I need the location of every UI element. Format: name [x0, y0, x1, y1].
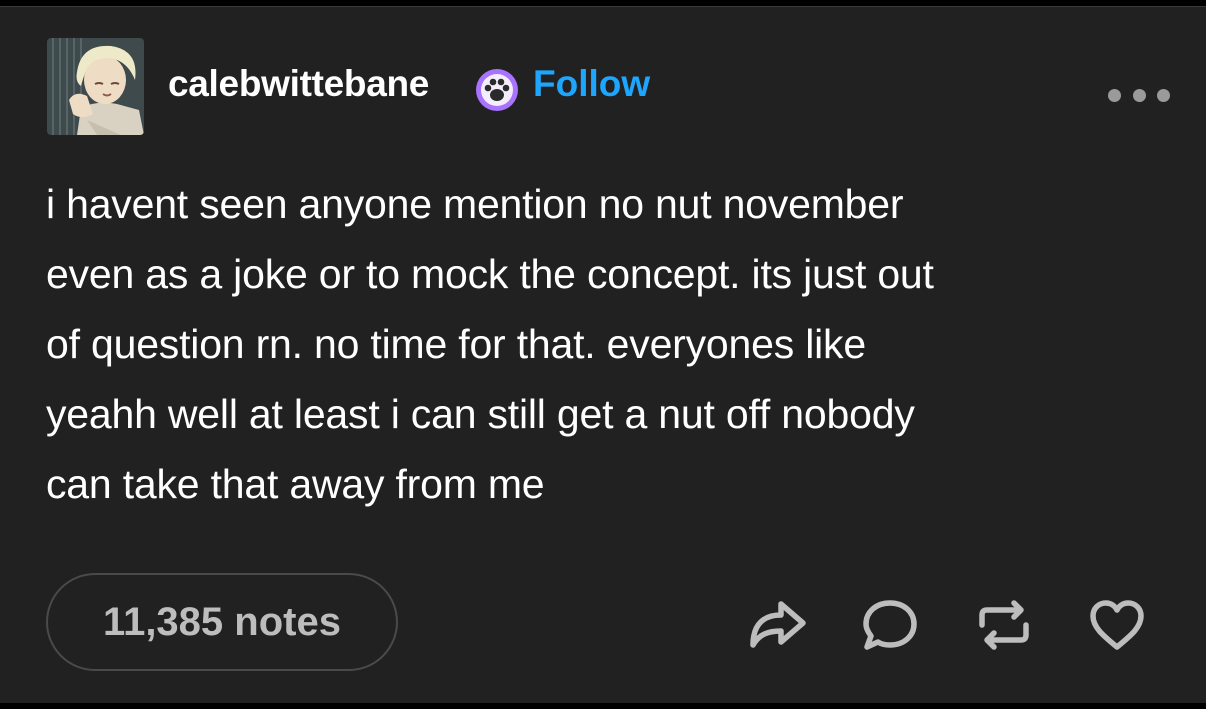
more-options-button[interactable] [1108, 81, 1170, 109]
reply-icon [863, 600, 917, 650]
ellipsis-icon [1157, 88, 1170, 102]
ellipsis-icon [1132, 88, 1146, 102]
reblog-icon [979, 600, 1029, 650]
post-body: i havent seen anyone mention no nut nove… [46, 169, 1156, 519]
post-text-line: can take that away from me [46, 461, 545, 507]
post-text-line: of question rn. no time for that. everyo… [46, 321, 866, 367]
notes-count-button[interactable]: 11,385 notes [46, 573, 398, 671]
reply-button[interactable] [860, 595, 920, 655]
follow-button[interactable]: Follow [533, 63, 650, 105]
share-button[interactable] [747, 595, 807, 655]
share-icon [750, 601, 806, 648]
post-text-line: even as a joke or to mock the concept. i… [46, 251, 934, 297]
paw-badge-icon [474, 67, 520, 113]
ellipsis-icon [1108, 88, 1121, 102]
reblog-button[interactable] [974, 595, 1034, 655]
post-card: calebwittebane Follow i havent seen anyo… [0, 6, 1206, 703]
post-text-line: i havent seen anyone mention no nut nove… [46, 181, 904, 227]
like-button[interactable] [1087, 595, 1147, 655]
avatar[interactable] [47, 38, 144, 135]
post-text-line: yeahh well at least i can still get a nu… [46, 391, 915, 437]
like-icon [1090, 600, 1144, 650]
author-username[interactable]: calebwittebane [168, 63, 429, 105]
